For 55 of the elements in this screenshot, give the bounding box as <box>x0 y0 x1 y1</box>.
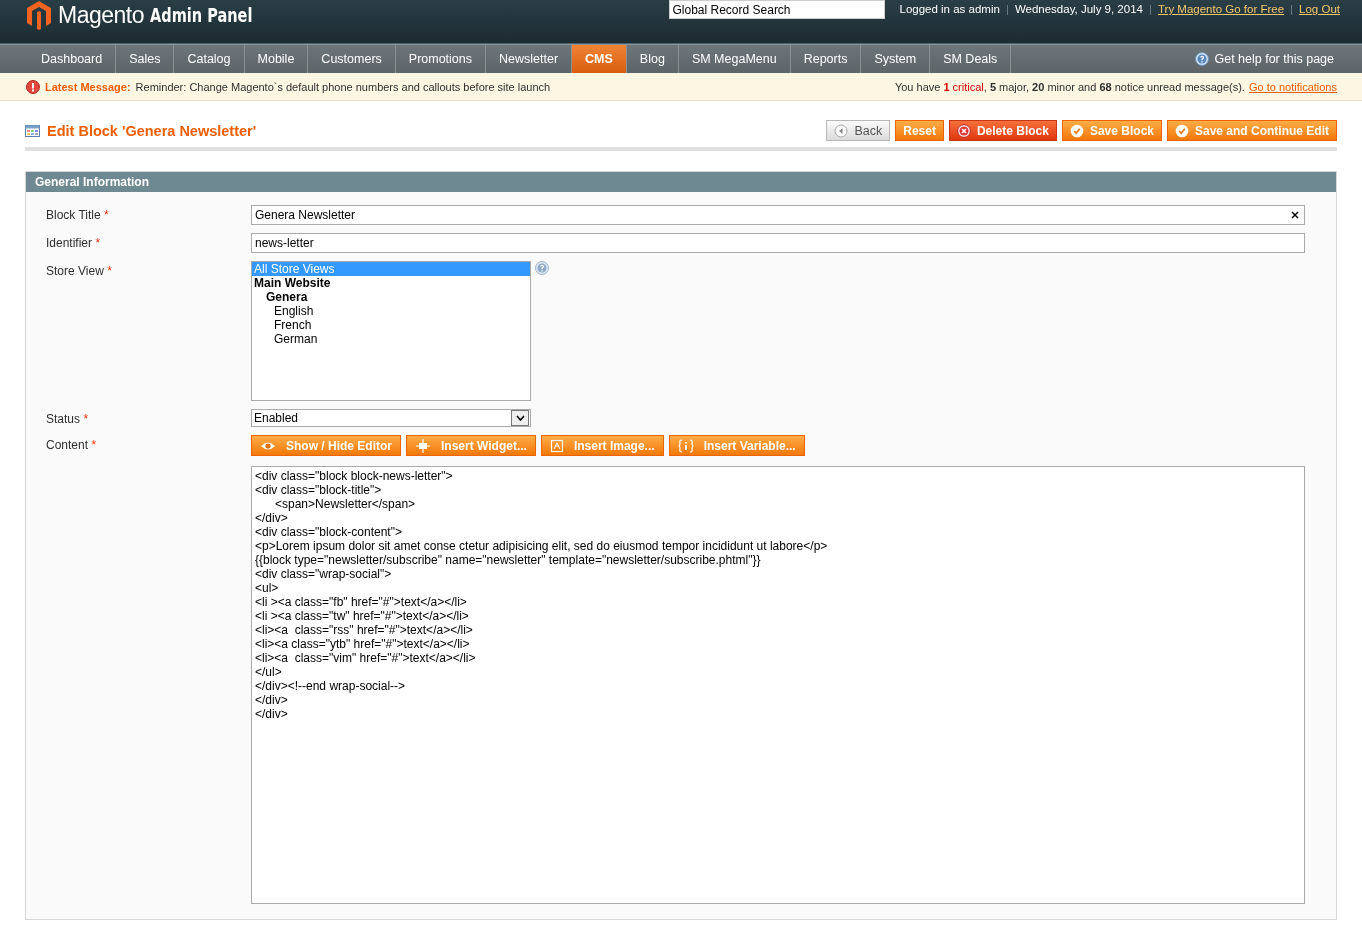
list-option[interactable]: Main Website <box>252 276 530 290</box>
required-mark: * <box>107 264 112 278</box>
date-text: Wednesday, July 9, 2014 <box>1014 3 1143 15</box>
user-info: Logged in as admin <box>899 3 1000 15</box>
status-dropdown[interactable]: Enabled <box>251 409 531 427</box>
alert-icon <box>26 79 40 94</box>
list-option[interactable]: English <box>252 304 530 318</box>
field-label: Store View <box>46 264 104 278</box>
back-icon <box>834 123 849 138</box>
store-view-list[interactable]: All Store Views Main Website Genera English French German <box>251 261 531 401</box>
page-title: Edit Block 'Genera Newsletter' <box>47 122 257 139</box>
separator: | <box>1005 3 1009 15</box>
message-text: Reminder: Change Magento`s default phone numbers and callouts before site launch <box>135 80 551 93</box>
required-mark: * <box>83 412 89 426</box>
header-link[interactable]: Log Out <box>1299 3 1340 15</box>
delete-button[interactable]: Delete Block <box>948 120 1057 141</box>
logo-icon <box>26 0 52 30</box>
clear-icon <box>1291 211 1299 219</box>
logo-text: Magento <box>58 1 144 29</box>
separator: | <box>1148 3 1152 15</box>
check-icon <box>1175 123 1189 138</box>
cancel-icon <box>956 123 971 138</box>
notification-summary: You have 1 critical, 5 major, 20 minor and 68 notice unread message(s). <box>894 80 1245 93</box>
grid-icon <box>25 124 40 137</box>
back-button[interactable]: Back <box>826 120 891 141</box>
list-option[interactable]: German <box>252 332 530 346</box>
separator: | <box>1290 3 1294 15</box>
chevron-down-icon <box>515 415 525 421</box>
text-field[interactable]: Genera Newsletter <box>251 205 1305 225</box>
required-mark: * <box>95 236 101 250</box>
text-field[interactable]: news-letter <box>251 233 1305 253</box>
header-link[interactable]: Try Magento Go for Free <box>1157 3 1285 15</box>
check-icon <box>1069 123 1084 138</box>
required-mark: * <box>104 208 109 222</box>
help-icon <box>535 261 549 275</box>
logo-tagline: Admin Panel <box>150 4 253 26</box>
required-mark: * <box>91 438 97 452</box>
search-field[interactable]: Global Record Search <box>669 0 886 19</box>
help-link[interactable]: Get help for this page <box>1214 52 1334 66</box>
variable-icon <box>677 438 694 453</box>
image-icon <box>549 438 564 453</box>
list-option[interactable]: French <box>252 318 530 332</box>
code-editor-field[interactable]: <div class="block block-news-letter"> <div class="block-title"> <span>Newsletter</span> </div> <div class="block-content"> <p>Lorem ipsum dolor sit amet conse ctetur adipisicing elit, sed do eiusmod tempor incididunt ut labore</p> {{block type="newsletter/subscribe" name="newsletter" template="newsletter/subscribe.phtml"}} <div class="wrap-social"> <ul> <li ><a class="fb" href="#">text</a></li> <li ><a class="tw" href="#">text</a></li> <li><a class="rss" href="#">text</a></li> <li><a class="ytb" href="#">text</a></li> <li><a class="vim" href="#">text</a></li> </ul> </div><!--end wrap-social--> </div> </div> <box>251 466 1305 904</box>
list-option[interactable]: Genera <box>252 290 530 304</box>
section-header: General Information <box>26 172 1336 192</box>
field-label: Status <box>46 412 81 426</box>
message-label: Latest Message: <box>45 80 131 93</box>
field-label: Block Title <box>46 208 101 222</box>
list-option[interactable]: All Store Views <box>252 262 530 276</box>
notifications-link[interactable]: Go to notifications <box>1248 80 1337 93</box>
widget-icon <box>415 438 431 453</box>
nav-item[interactable]: CMS <box>572 45 627 73</box>
field-label: Identifier <box>46 236 93 250</box>
help-icon <box>1195 52 1210 66</box>
field-label: Content <box>46 438 89 452</box>
